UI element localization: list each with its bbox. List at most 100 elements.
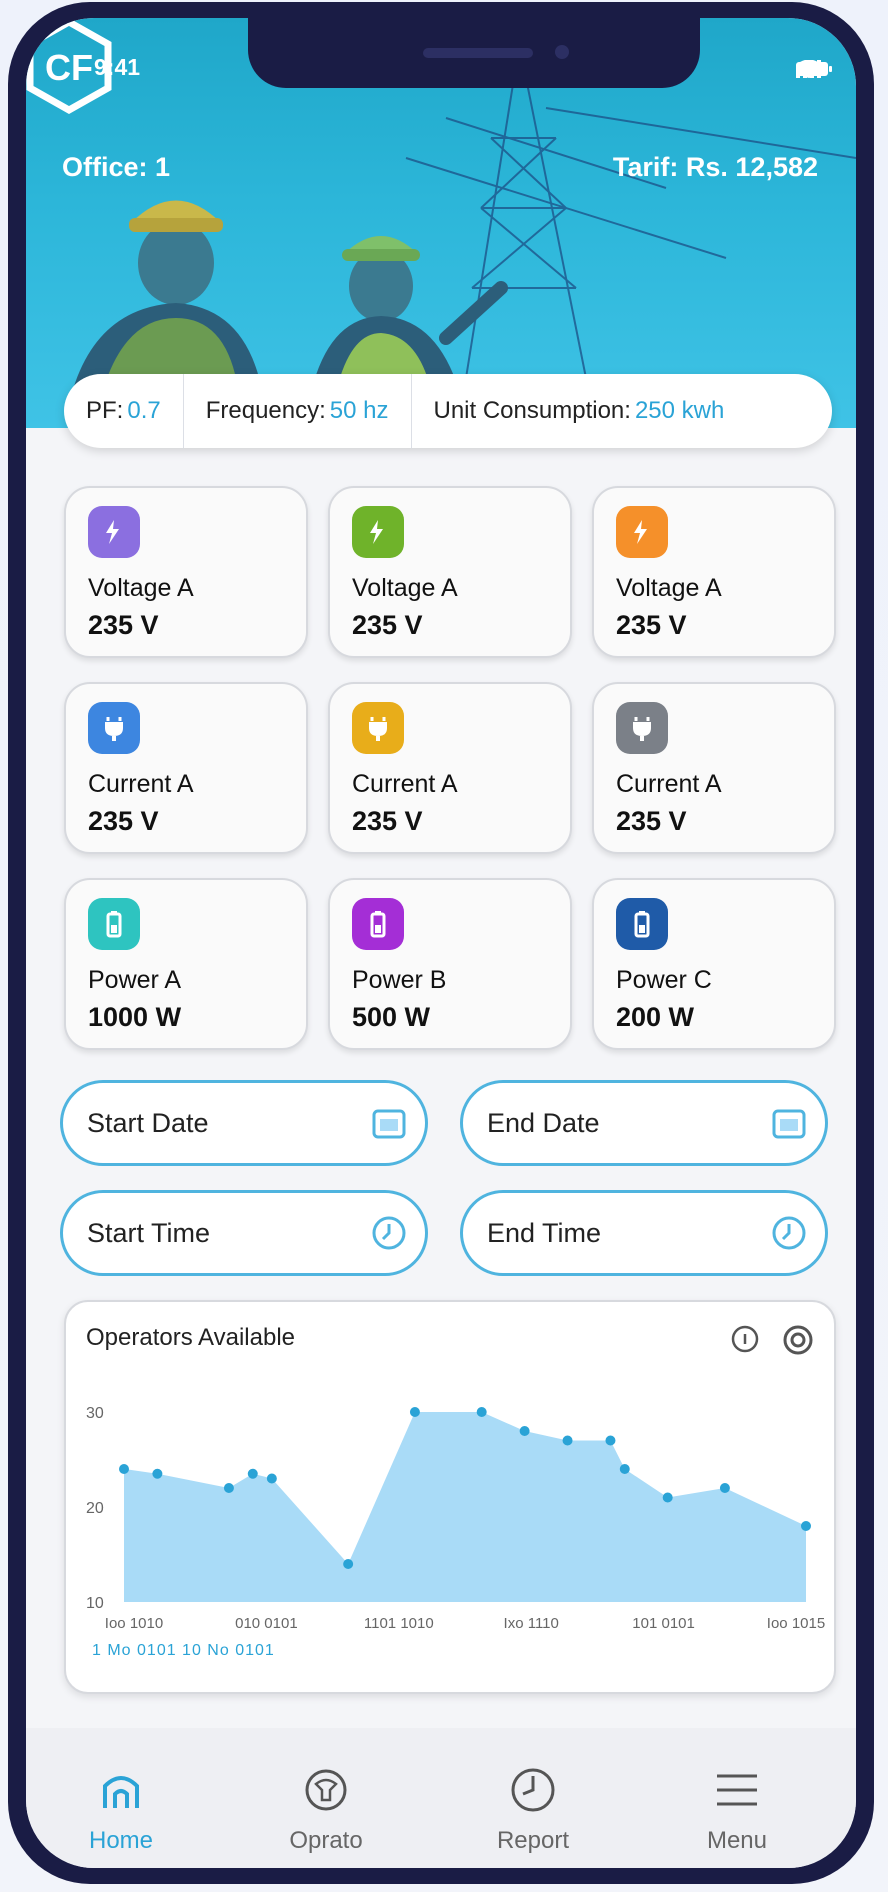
metric-value: 50 hz bbox=[329, 397, 389, 424]
bolt-icon bbox=[616, 506, 668, 558]
metric-value: 250 kwh bbox=[634, 397, 725, 424]
logo-text: CF bbox=[45, 47, 93, 88]
card-label: Current A bbox=[616, 770, 722, 798]
chart-point bbox=[562, 1435, 573, 1446]
chart-point bbox=[719, 1483, 730, 1493]
home-icon bbox=[103, 1776, 139, 1808]
reading-card[interactable]: Current A 235 V bbox=[328, 682, 572, 854]
nav-report[interactable]: Report bbox=[458, 1766, 608, 1855]
card-value: 200 W bbox=[616, 1002, 695, 1032]
operators-chart-card: Operators Available 30 20 10 Ioo 1010 010 01… bbox=[64, 1300, 836, 1694]
x-tick-label: Ixo 1110 bbox=[504, 1615, 559, 1632]
chart-title: Operators Available bbox=[86, 1324, 296, 1351]
settings-icon[interactable] bbox=[782, 1324, 814, 1356]
bolt-icon bbox=[352, 506, 404, 558]
battery-icon bbox=[616, 898, 668, 950]
reading-card[interactable]: Current A 235 V bbox=[64, 682, 308, 854]
chart-point bbox=[152, 1468, 163, 1479]
reading-card[interactable]: Power C 200 W bbox=[592, 878, 836, 1050]
card-label: Current A bbox=[88, 770, 194, 798]
end-date-label: End Date bbox=[487, 1107, 600, 1138]
end-date-picker[interactable]: End Date bbox=[460, 1080, 828, 1166]
app-screen: 9:41 Office: 1 CF Tarif: Rs. 12,582 PF: … bbox=[26, 18, 856, 1868]
x-tick-label: Ioo 1015 bbox=[767, 1615, 825, 1632]
calendar-icon bbox=[772, 1109, 806, 1139]
plug-icon bbox=[88, 702, 140, 754]
card-label: Power A bbox=[88, 966, 182, 994]
nav-operator-label: Oprato bbox=[289, 1827, 363, 1854]
reading-card[interactable]: Voltage A 235 V bbox=[328, 486, 572, 658]
speaker bbox=[423, 48, 533, 58]
chart-point bbox=[223, 1483, 234, 1493]
start-time-picker[interactable]: Start Time bbox=[60, 1190, 428, 1276]
chart-point bbox=[662, 1492, 673, 1503]
card-label: Voltage A bbox=[352, 574, 458, 602]
clock-icon bbox=[772, 1216, 806, 1250]
battery-icon bbox=[88, 898, 140, 950]
x-tick-label: Ioo 1010 bbox=[105, 1615, 163, 1632]
card-value: 235 V bbox=[616, 806, 687, 836]
card-label: Voltage A bbox=[616, 574, 722, 602]
reading-card[interactable]: Current A 235 V bbox=[592, 682, 836, 854]
status-time: 9:41 bbox=[94, 54, 141, 80]
chart-point bbox=[409, 1407, 420, 1417]
start-date-picker[interactable]: Start Date bbox=[60, 1080, 428, 1166]
chart-point bbox=[519, 1426, 530, 1436]
nav-menu[interactable]: Menu bbox=[662, 1766, 812, 1855]
metric-frequency: Frequency: 50 hz bbox=[184, 374, 411, 448]
card-label: Voltage A bbox=[88, 574, 194, 602]
reading-card[interactable]: Power B 500 W bbox=[328, 878, 572, 1050]
y-tick-label: 10 bbox=[86, 1595, 104, 1612]
nav-report-label: Report bbox=[496, 1827, 570, 1854]
calendar-icon bbox=[372, 1109, 406, 1139]
metrics-bar: PF: 0.7 Frequency: 50 hz Unit Consumptio… bbox=[64, 374, 832, 448]
tariff-label: Tarif: Rs. 12,582 bbox=[612, 152, 818, 182]
x-tick-label: 010 0101 bbox=[235, 1615, 298, 1632]
plug-icon bbox=[616, 702, 668, 754]
reading-card[interactable]: Voltage A 235 V bbox=[592, 486, 836, 658]
card-value: 500 W bbox=[352, 1002, 431, 1032]
card-label: Current A bbox=[352, 770, 458, 798]
clock-icon bbox=[372, 1216, 406, 1250]
metric-label: Unit Consumption: bbox=[433, 397, 631, 424]
chart-point bbox=[605, 1435, 616, 1446]
battery-status-icon bbox=[796, 62, 832, 76]
start-time-label: Start Time bbox=[87, 1217, 211, 1248]
card-value: 235 V bbox=[352, 610, 423, 640]
card-value: 235 V bbox=[616, 610, 687, 640]
end-time-picker[interactable]: End Time bbox=[460, 1190, 828, 1276]
chart-actions bbox=[730, 1324, 814, 1356]
card-value: 235 V bbox=[88, 610, 159, 640]
reading-card[interactable]: Voltage A 235 V bbox=[64, 486, 308, 658]
reading-card[interactable]: Power A 1000 W bbox=[64, 878, 308, 1050]
battery-icon bbox=[352, 898, 404, 950]
operator-icon bbox=[305, 1769, 347, 1811]
bolt-icon bbox=[88, 506, 140, 558]
chart-date-range: 1 Mo 0101 10 No 0101 bbox=[92, 1642, 275, 1659]
chart-point bbox=[476, 1407, 487, 1417]
info-icon[interactable] bbox=[730, 1324, 760, 1354]
metric-label: PF: bbox=[86, 397, 124, 424]
end-time-label: End Time bbox=[487, 1217, 602, 1248]
card-value: 1000 W bbox=[88, 1002, 182, 1032]
chart-point bbox=[343, 1559, 354, 1569]
y-tick-label: 30 bbox=[86, 1405, 104, 1422]
nav-operator[interactable]: Oprato bbox=[251, 1766, 401, 1855]
chart-point bbox=[119, 1464, 129, 1474]
start-date-label: Start Date bbox=[87, 1107, 209, 1138]
front-camera bbox=[555, 45, 569, 59]
clock-icon bbox=[511, 1768, 555, 1812]
x-tick-label: 1101 1010 bbox=[364, 1615, 434, 1632]
chart-point bbox=[801, 1521, 811, 1531]
operators-area-chart: 30 20 10Ioo 1010 010 0101 1101 1010 Ixo 1110 1… bbox=[86, 1405, 825, 1632]
nav-menu-label: Menu bbox=[706, 1827, 768, 1854]
office-label: Office: 1 bbox=[62, 152, 171, 182]
metric-label: Frequency: bbox=[205, 397, 326, 424]
nav-home[interactable]: Home bbox=[46, 1766, 196, 1855]
card-value: 235 V bbox=[88, 806, 159, 836]
x-tick-label: 101 0101 bbox=[632, 1615, 695, 1632]
chart-point bbox=[247, 1468, 258, 1479]
phone-notch bbox=[248, 18, 700, 88]
nav-home-label: Home bbox=[88, 1827, 154, 1854]
metric-value: 0.7 bbox=[127, 397, 161, 424]
